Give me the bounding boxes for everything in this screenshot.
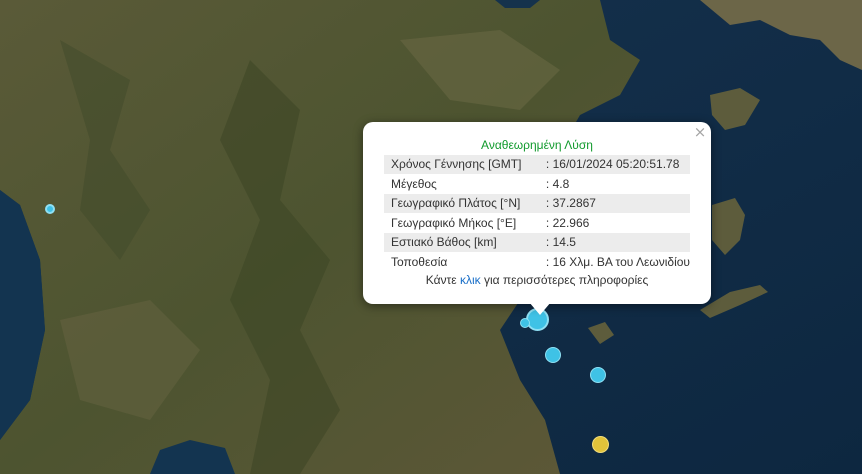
quake-marker[interactable] xyxy=(545,347,561,363)
row-label-origin-time: Χρόνος Γέννησης [GMT] xyxy=(384,154,542,174)
popup-pointer xyxy=(529,302,551,315)
row-label-location: Τοποθεσία xyxy=(391,254,448,269)
quake-marker[interactable] xyxy=(590,367,606,383)
more-info-link[interactable]: κλικ xyxy=(460,273,481,287)
row-value-longitude: : 22.966 xyxy=(545,215,590,230)
row-value-origin-time: : 16/01/2024 05:20:51.78 xyxy=(541,154,690,174)
row-label-magnitude: Μέγεθος xyxy=(391,176,437,191)
quake-marker-older[interactable] xyxy=(592,436,609,453)
row-value-latitude: : 37.2867 xyxy=(541,193,690,213)
row-value-location: : 16 Χλμ. ΒΑ του Λεωνιδίου xyxy=(545,254,690,269)
earthquake-info-table: Αναθεωρημένη Λύση Χρόνος Γέννησης [GMT]:… xyxy=(384,135,690,272)
quake-marker[interactable] xyxy=(45,204,55,214)
close-icon[interactable]: × xyxy=(691,123,709,141)
row-value-depth: : 14.5 xyxy=(541,232,690,252)
popup-title: Αναθεωρημένη Λύση xyxy=(481,137,593,152)
row-value-magnitude: : 4.8 xyxy=(545,176,570,191)
quake-marker[interactable] xyxy=(520,318,530,328)
row-label-latitude: Γεωγραφικό Πλάτος [°N] xyxy=(384,193,542,213)
more-info-line: Κάντε κλικ για περισσότερες πληροφορίες xyxy=(384,273,690,287)
row-label-longitude: Γεωγραφικό Μήκος [°E] xyxy=(391,215,517,230)
row-label-depth: Εστιακό Βάθος [km] xyxy=(384,232,542,252)
more-info-suffix: για περισσότερες πληροφορίες xyxy=(480,273,649,287)
more-info-prefix: Κάντε xyxy=(425,273,460,287)
